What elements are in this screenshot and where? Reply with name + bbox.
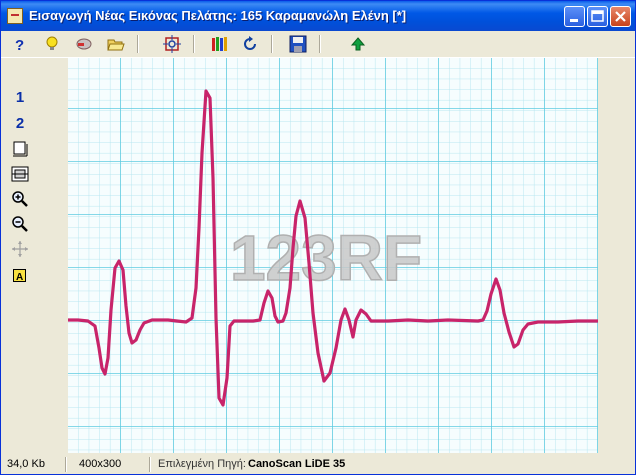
toolbar-separator bbox=[271, 35, 273, 53]
side-toolbar: 1 2 A bbox=[1, 58, 67, 453]
fit-width-button[interactable] bbox=[9, 164, 31, 184]
zoom-out-icon bbox=[12, 216, 28, 232]
toolbar-separator bbox=[137, 35, 139, 53]
upload-button[interactable] bbox=[347, 34, 369, 54]
text-annotation-button[interactable]: A bbox=[9, 266, 31, 286]
lightbulb-icon bbox=[46, 36, 58, 50]
help-icon: ? bbox=[15, 37, 24, 52]
refresh-icon bbox=[244, 36, 256, 50]
window-title: Εισαγωγή Νέας Εικόνας Πελάτης: 165 Καραμ… bbox=[29, 8, 407, 23]
ecg-image: 123RF bbox=[68, 58, 598, 453]
page-1-button[interactable]: 1 bbox=[9, 87, 31, 107]
center-target-icon bbox=[163, 35, 181, 53]
main-toolbar: ? bbox=[1, 31, 635, 58]
zoom-in-button[interactable] bbox=[9, 189, 31, 209]
status-separator bbox=[65, 457, 67, 472]
erase-icon bbox=[76, 38, 92, 50]
maximize-button[interactable] bbox=[587, 6, 608, 27]
status-size: 34,0 Kb bbox=[7, 458, 45, 470]
save-button[interactable] bbox=[287, 34, 309, 54]
status-bar: 34,0 Kb 400x300 Επιλεγμένη Πηγή: CanoSca… bbox=[1, 455, 635, 474]
status-separator bbox=[149, 457, 151, 472]
svg-text:?: ? bbox=[15, 37, 24, 52]
refresh-button[interactable] bbox=[239, 34, 261, 54]
status-source-label: Επιλεγμένη Πηγή: bbox=[158, 458, 246, 470]
size-unit: Kb bbox=[31, 458, 45, 470]
upload-arrow-icon bbox=[350, 37, 366, 51]
tips-button[interactable] bbox=[41, 34, 63, 54]
text-a-icon: A bbox=[13, 269, 26, 283]
crayons-icon bbox=[212, 37, 227, 51]
image-preview[interactable]: 123RF bbox=[68, 58, 598, 453]
zoom-out-button[interactable] bbox=[9, 214, 31, 234]
minimize-button[interactable] bbox=[564, 6, 585, 27]
minimize-icon bbox=[570, 19, 578, 22]
svg-text:A: A bbox=[16, 272, 23, 283]
close-button[interactable] bbox=[610, 6, 631, 27]
zoom-in-icon bbox=[12, 191, 28, 207]
toolbar-separator bbox=[319, 35, 321, 53]
maximize-icon bbox=[591, 10, 604, 22]
fit-width-icon bbox=[11, 166, 29, 182]
colors-button[interactable] bbox=[209, 34, 231, 54]
fit-page-icon bbox=[13, 141, 28, 157]
move-button[interactable] bbox=[9, 239, 31, 259]
erase-button[interactable] bbox=[73, 34, 95, 54]
app-icon bbox=[7, 8, 23, 24]
move-icon bbox=[12, 241, 28, 257]
size-value: 34,0 bbox=[7, 458, 29, 470]
status-dimensions: 400x300 bbox=[79, 458, 122, 470]
close-icon bbox=[615, 11, 626, 22]
page-2-button[interactable]: 2 bbox=[9, 113, 31, 133]
app-window: Εισαγωγή Νέας Εικόνας Πελάτης: 165 Καραμ… bbox=[0, 0, 636, 475]
fit-page-button[interactable] bbox=[9, 139, 31, 159]
open-button[interactable] bbox=[105, 34, 127, 54]
status-source-value: CanoScan LiDE 35 bbox=[248, 458, 346, 470]
help-button[interactable]: ? bbox=[9, 34, 31, 54]
center-button[interactable] bbox=[161, 34, 183, 54]
open-folder-icon bbox=[107, 39, 125, 51]
toolbar-separator bbox=[193, 35, 195, 53]
watermark-text: 123RF bbox=[230, 222, 422, 294]
save-icon bbox=[289, 35, 307, 53]
title-bar[interactable]: Εισαγωγή Νέας Εικόνας Πελάτης: 165 Καραμ… bbox=[1, 1, 635, 31]
